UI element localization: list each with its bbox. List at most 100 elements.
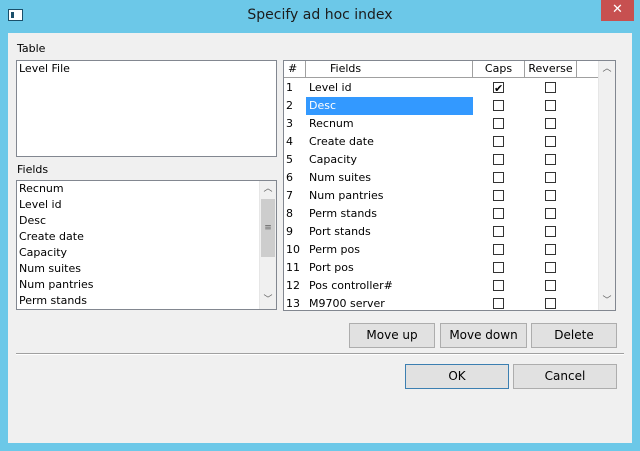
row-reverse-cell [525, 187, 577, 205]
caps-checkbox[interactable] [493, 262, 504, 273]
reverse-checkbox[interactable] [545, 190, 556, 201]
table-list-item[interactable]: Level File [17, 61, 276, 77]
caps-checkbox[interactable] [493, 100, 504, 111]
col-caps-header[interactable]: Caps [473, 61, 525, 77]
row-reverse-cell [525, 115, 577, 133]
row-caps-cell [473, 79, 525, 98]
reverse-checkbox[interactable] [545, 136, 556, 147]
row-caps-cell [473, 223, 525, 241]
col-fields-header[interactable]: Fields [306, 61, 473, 77]
move-up-button[interactable]: Move up [349, 323, 435, 348]
row-caps-cell [473, 241, 525, 259]
reverse-checkbox[interactable] [545, 172, 556, 183]
row-number: 6 [286, 171, 293, 184]
grid-row[interactable]: 10 Perm pos [284, 241, 598, 259]
row-reverse-cell [525, 169, 577, 187]
grid-row[interactable]: 5 Capacity [284, 151, 598, 169]
fields-listbox[interactable]: Recnum Level id Desc Create date Capacity Num… [16, 180, 277, 310]
grid-row[interactable]: 6 Num suites [284, 169, 598, 187]
grid-row[interactable]: 13 M9700 server [284, 295, 598, 310]
reverse-checkbox[interactable] [545, 262, 556, 273]
cancel-button[interactable]: Cancel [513, 364, 617, 389]
row-field-name[interactable]: Recnum [306, 115, 473, 133]
index-fields-grid[interactable]: # Fields Caps Reverse 1 Level id 2 Desc 3 Rec… [283, 60, 616, 311]
ok-button[interactable]: OK [405, 364, 509, 389]
row-field-name[interactable]: Port stands [306, 223, 473, 241]
row-number: 3 [286, 117, 293, 130]
grid-row[interactable]: 11 Port pos [284, 259, 598, 277]
row-field-name[interactable]: Capacity [306, 151, 473, 169]
reverse-checkbox[interactable] [545, 298, 556, 309]
title-bar[interactable]: Specify ad hoc index ✕ [0, 0, 640, 33]
field-list-item[interactable]: Recnum [17, 181, 259, 197]
caps-checkbox[interactable] [493, 172, 504, 183]
row-field-name[interactable]: Num pantries [306, 187, 473, 205]
row-caps-cell [473, 151, 525, 169]
caps-checkbox[interactable] [493, 226, 504, 237]
row-number: 4 [286, 135, 293, 148]
field-list-item[interactable]: Create date [17, 229, 259, 245]
caps-checkbox[interactable] [493, 208, 504, 219]
row-field-name[interactable]: Perm stands [306, 205, 473, 223]
reverse-checkbox[interactable] [545, 82, 556, 93]
row-field-name[interactable]: Desc [306, 97, 473, 115]
caps-checkbox[interactable] [493, 298, 504, 309]
scroll-down-icon[interactable]: ﹀ [260, 292, 276, 309]
grid-row[interactable]: 12 Pos controller# [284, 277, 598, 295]
grid-scrollbar[interactable]: ︿ ﹀ [598, 61, 615, 310]
caps-checkbox[interactable] [493, 136, 504, 147]
caps-checkbox[interactable] [493, 80, 504, 98]
row-caps-cell [473, 295, 525, 310]
row-field-name[interactable]: Num suites [306, 169, 473, 187]
row-field-name[interactable]: Port pos [306, 259, 473, 277]
reverse-checkbox[interactable] [545, 226, 556, 237]
fields-label: Fields [17, 163, 49, 176]
row-field-name[interactable]: Perm pos [306, 241, 473, 259]
grid-row[interactable]: 2 Desc [284, 97, 598, 115]
row-field-name[interactable]: Create date [306, 133, 473, 151]
reverse-checkbox[interactable] [545, 118, 556, 129]
field-list-item[interactable]: Level id [17, 197, 259, 213]
field-list-item[interactable]: Capacity [17, 245, 259, 261]
grid-row[interactable]: 1 Level id [284, 79, 598, 98]
field-list-item[interactable]: Perm stands [17, 293, 259, 309]
row-number: 13 [286, 297, 300, 310]
col-reverse-header[interactable]: Reverse [525, 61, 577, 77]
reverse-checkbox[interactable] [545, 100, 556, 111]
move-down-button[interactable]: Move down [440, 323, 527, 348]
grid-row[interactable]: 9 Port stands [284, 223, 598, 241]
row-field-name[interactable]: M9700 server [306, 295, 473, 310]
table-listbox[interactable]: Level File [16, 60, 277, 157]
field-list-item[interactable]: Num suites [17, 261, 259, 277]
row-reverse-cell [525, 133, 577, 151]
row-caps-cell [473, 97, 525, 115]
grid-scroll-down-icon[interactable]: ﹀ [599, 293, 615, 310]
caps-checkbox[interactable] [493, 118, 504, 129]
reverse-checkbox[interactable] [545, 244, 556, 255]
row-field-name[interactable]: Level id [306, 79, 473, 97]
grid-row[interactable]: 7 Num pantries [284, 187, 598, 205]
caps-checkbox[interactable] [493, 244, 504, 255]
close-button[interactable]: ✕ [601, 0, 634, 21]
caps-checkbox[interactable] [493, 154, 504, 165]
col-num-header[interactable]: # [284, 61, 306, 77]
grid-scroll-up-icon[interactable]: ︿ [599, 61, 615, 78]
grid-row[interactable]: 3 Recnum [284, 115, 598, 133]
grid-row[interactable]: 8 Perm stands [284, 205, 598, 223]
scroll-up-icon[interactable]: ︿ [260, 181, 276, 198]
fields-scrollbar[interactable]: ︿ ≡ ﹀ [259, 181, 276, 309]
table-list: Level File [17, 61, 276, 77]
reverse-checkbox[interactable] [545, 154, 556, 165]
reverse-checkbox[interactable] [545, 208, 556, 219]
scroll-thumb[interactable]: ≡ [261, 199, 275, 257]
row-caps-cell [473, 133, 525, 151]
field-list-item[interactable]: Num pantries [17, 277, 259, 293]
field-list-item[interactable]: Desc [17, 213, 259, 229]
grid-row[interactable]: 4 Create date [284, 133, 598, 151]
row-number: 9 [286, 225, 293, 238]
caps-checkbox[interactable] [493, 190, 504, 201]
row-field-name[interactable]: Pos controller# [306, 277, 473, 295]
delete-button[interactable]: Delete [531, 323, 617, 348]
caps-checkbox[interactable] [493, 280, 504, 291]
reverse-checkbox[interactable] [545, 280, 556, 291]
